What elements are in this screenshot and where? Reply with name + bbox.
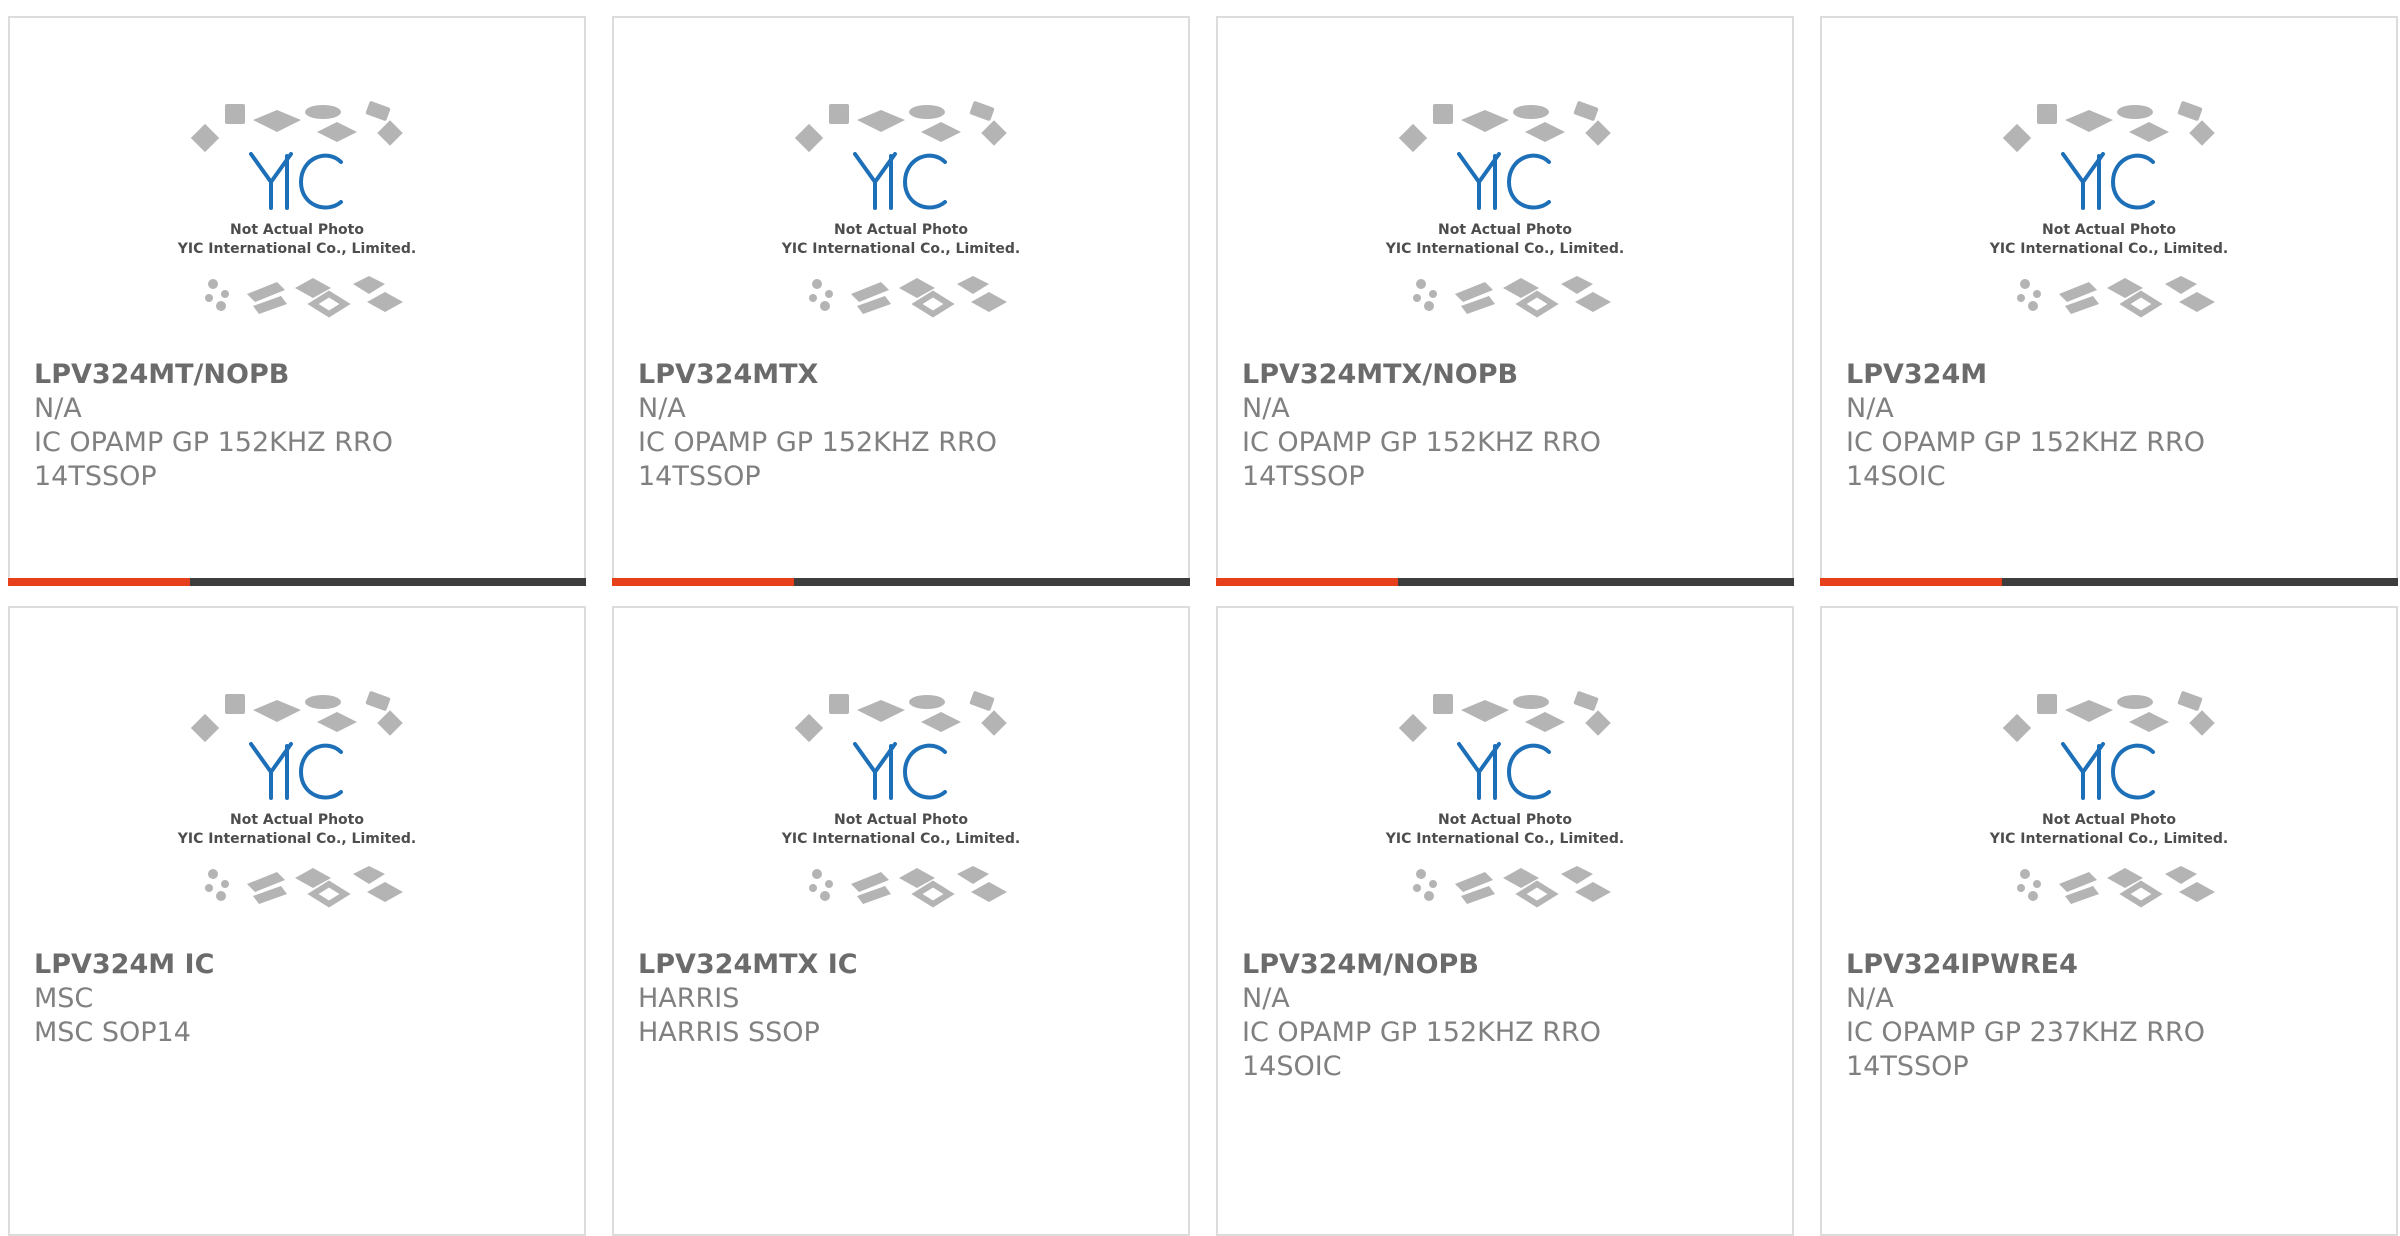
description: IC OPAMP GP 152KHZ RRO — [1846, 427, 2206, 458]
part-number[interactable]: LPV324M IC — [34, 948, 564, 982]
part-number[interactable]: LPV324M — [1846, 358, 2376, 392]
manufacturer: N/A — [34, 393, 82, 424]
product-info: LPV324IPWRE4 N/A IC OPAMP GP 237KHZ RRO … — [1846, 948, 2376, 1084]
manufacturer: N/A — [1242, 983, 1290, 1014]
placeholder-image: Not Actual Photo YIC International Co., … — [1385, 691, 1624, 908]
placeholder-image: Not Actual Photo YIC International Co., … — [1385, 101, 1624, 318]
package: 14TSSOP — [638, 461, 761, 492]
part-number[interactable]: LPV324M/NOPB — [1242, 948, 1772, 982]
product-image[interactable]: Not Actual Photo YIC International Co., … — [1218, 98, 1792, 358]
placeholder-image: Not Actual Photo YIC International Co., … — [781, 691, 1020, 908]
product-card[interactable]: Not Actual Photo YIC International Co., … — [1820, 16, 2398, 586]
product-card[interactable]: Not Actual Photo YIC International Co., … — [8, 16, 586, 586]
description: IC OPAMP GP 152KHZ RRO — [1242, 1017, 1602, 1048]
card-accent-bar — [612, 578, 1190, 586]
description: HARRIS SSOP — [638, 1017, 820, 1048]
description: IC OPAMP GP 237KHZ RRO — [1846, 1017, 2206, 1048]
product-info: LPV324M IC MSC MSC SOP14 — [34, 948, 564, 1050]
svg-text:YIC International Co., Limited: YIC International Co., Limited. — [1989, 831, 2228, 847]
placeholder-image: Not Actual Photo YIC International Co., … — [177, 691, 416, 908]
package: 14TSSOP — [34, 461, 157, 492]
svg-text:YIC International Co., Limited: YIC International Co., Limited. — [177, 831, 416, 847]
product-card[interactable]: Not Actual Photo YIC International Co., … — [8, 606, 586, 1236]
manufacturer: N/A — [1846, 393, 1894, 424]
yic-logo — [249, 152, 343, 210]
product-card[interactable]: Not Actual Photo YIC International Co., … — [1216, 16, 1794, 586]
product-card[interactable]: Not Actual Photo YIC International Co., … — [612, 606, 1190, 1236]
card-accent-bar — [8, 578, 586, 586]
placeholder-image: Not Actual Photo YIC International Co., … — [1989, 101, 2228, 318]
manufacturer: N/A — [638, 393, 686, 424]
product-image[interactable]: Not Actual Photo YIC International Co., … — [10, 98, 584, 358]
product-image[interactable]: Not Actual Photo YIC International Co., … — [10, 688, 584, 948]
package: 14TSSOP — [1846, 1051, 1969, 1082]
svg-text:YIC International Co., Limited: YIC International Co., Limited. — [177, 241, 416, 257]
product-info: LPV324MT/NOPB N/A IC OPAMP GP 152KHZ RRO… — [34, 358, 564, 494]
yic-logo — [1457, 742, 1551, 800]
description: IC OPAMP GP 152KHZ RRO — [1242, 427, 1602, 458]
product-card[interactable]: Not Actual Photo YIC International Co., … — [1216, 606, 1794, 1236]
product-info: LPV324M/NOPB N/A IC OPAMP GP 152KHZ RRO … — [1242, 948, 1772, 1084]
description: IC OPAMP GP 152KHZ RRO — [638, 427, 998, 458]
part-number[interactable]: LPV324MTX/NOPB — [1242, 358, 1772, 392]
yic-logo — [1457, 152, 1551, 210]
description: IC OPAMP GP 152KHZ RRO — [34, 427, 394, 458]
card-accent-bar — [1820, 578, 2398, 586]
part-number[interactable]: LPV324MTX — [638, 358, 1168, 392]
product-info: LPV324MTX/NOPB N/A IC OPAMP GP 152KHZ RR… — [1242, 358, 1772, 494]
svg-text:YIC International Co., Limited: YIC International Co., Limited. — [781, 241, 1020, 257]
part-number[interactable]: LPV324MT/NOPB — [34, 358, 564, 392]
part-number[interactable]: LPV324MTX IC — [638, 948, 1168, 982]
svg-text:Not Actual Photo: Not Actual Photo — [2042, 222, 2176, 238]
product-info: LPV324M N/A IC OPAMP GP 152KHZ RRO 14SOI… — [1846, 358, 2376, 494]
product-image[interactable]: Not Actual Photo YIC International Co., … — [614, 688, 1188, 948]
svg-text:YIC International Co., Limited: YIC International Co., Limited. — [1385, 241, 1624, 257]
product-card[interactable]: Not Actual Photo YIC International Co., … — [1820, 606, 2398, 1236]
placeholder-image: Not Actual Photo YIC International Co., … — [177, 101, 416, 318]
product-image[interactable]: Not Actual Photo YIC International Co., … — [614, 98, 1188, 358]
yic-logo — [249, 742, 343, 800]
product-image[interactable]: Not Actual Photo YIC International Co., … — [1822, 98, 2396, 358]
svg-text:YIC International Co., Limited: YIC International Co., Limited. — [1989, 241, 2228, 257]
product-grid: Not Actual Photo YIC International Co., … — [8, 16, 2398, 1236]
yic-logo — [2061, 152, 2155, 210]
product-info: LPV324MTX IC HARRIS HARRIS SSOP — [638, 948, 1168, 1050]
manufacturer: N/A — [1846, 983, 1894, 1014]
product-card[interactable]: Not Actual Photo YIC International Co., … — [612, 16, 1190, 586]
manufacturer: HARRIS — [638, 983, 740, 1014]
svg-text:Not Actual Photo: Not Actual Photo — [230, 222, 364, 238]
svg-text:Not Actual Photo: Not Actual Photo — [1438, 812, 1572, 828]
manufacturer: MSC — [34, 983, 94, 1014]
placeholder-image: Not Actual Photo YIC International Co., … — [1989, 691, 2228, 908]
placeholder-image: Not Actual Photo YIC International Co., … — [781, 101, 1020, 318]
description: MSC SOP14 — [34, 1017, 191, 1048]
product-image[interactable]: Not Actual Photo YIC International Co., … — [1822, 688, 2396, 948]
svg-text:Not Actual Photo: Not Actual Photo — [230, 812, 364, 828]
product-image[interactable]: Not Actual Photo YIC International Co., … — [1218, 688, 1792, 948]
card-accent-bar — [1216, 578, 1794, 586]
manufacturer: N/A — [1242, 393, 1290, 424]
svg-text:YIC International Co., Limited: YIC International Co., Limited. — [781, 831, 1020, 847]
yic-logo — [853, 152, 947, 210]
svg-text:Not Actual Photo: Not Actual Photo — [834, 222, 968, 238]
svg-text:Not Actual Photo: Not Actual Photo — [1438, 222, 1572, 238]
svg-text:Not Actual Photo: Not Actual Photo — [834, 812, 968, 828]
svg-text:YIC International Co., Limited: YIC International Co., Limited. — [1385, 831, 1624, 847]
part-number[interactable]: LPV324IPWRE4 — [1846, 948, 2376, 982]
package: 14SOIC — [1242, 1051, 1342, 1082]
yic-logo — [2061, 742, 2155, 800]
yic-logo — [853, 742, 947, 800]
svg-text:Not Actual Photo: Not Actual Photo — [2042, 812, 2176, 828]
package: 14SOIC — [1846, 461, 1946, 492]
package: 14TSSOP — [1242, 461, 1365, 492]
product-info: LPV324MTX N/A IC OPAMP GP 152KHZ RRO 14T… — [638, 358, 1168, 494]
